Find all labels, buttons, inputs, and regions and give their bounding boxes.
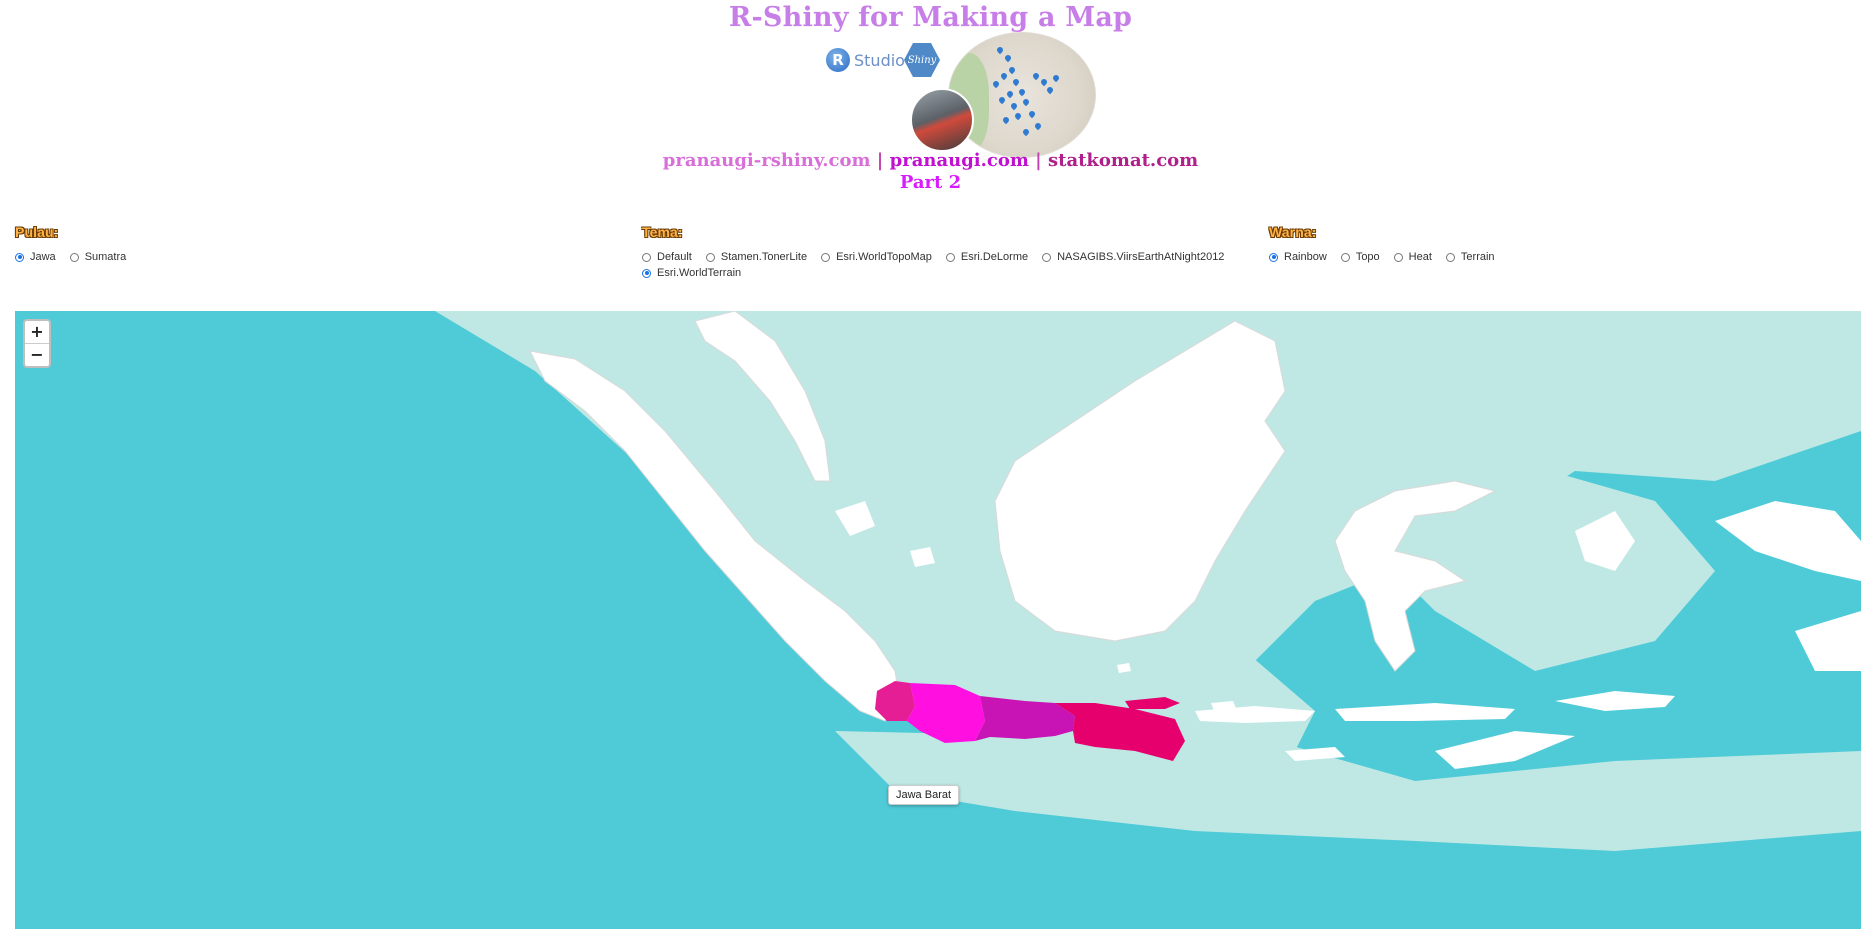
warna-option[interactable]: Terrain <box>1445 249 1495 265</box>
pulau-option-label: Jawa <box>30 251 56 263</box>
tema-option-label: Default <box>657 251 692 263</box>
header-logos: R Studio Shiny <box>820 28 1100 158</box>
link-separator: | <box>1028 150 1048 171</box>
tema-option[interactable]: Esri.WorldTopoMap <box>821 249 932 265</box>
link-separator: | <box>870 150 890 171</box>
pulau-option-label: Sumatra <box>84 251 127 263</box>
radio-icon[interactable] <box>69 252 79 262</box>
map-pin-icon <box>1021 127 1031 137</box>
warna-options: Rainbow Topo Heat Terrain <box>1269 249 1859 265</box>
island-bali[interactable] <box>1211 701 1237 713</box>
radio-icon[interactable] <box>642 268 651 278</box>
tema-radio-group: Tema: Default Stamen.TonerLite Esri.WorldT… <box>642 224 1242 281</box>
pulau-options: Jawa Sumatra <box>15 249 615 265</box>
zoom-control: + − <box>23 319 51 368</box>
radio-icon[interactable] <box>821 252 831 262</box>
warna-option-label: Rainbow <box>1284 251 1327 263</box>
radio-icon[interactable] <box>1269 252 1278 262</box>
r-logo-icon: R <box>826 48 850 72</box>
warna-radio-group: Warna: Rainbow Topo Heat Terrain <box>1269 224 1859 265</box>
tema-option[interactable]: NASAGIBS.ViirsEarthAtNight2012 <box>1042 249 1224 265</box>
radio-icon[interactable] <box>705 252 715 262</box>
tema-label: Tema: <box>642 224 683 240</box>
tema-options: Default Stamen.TonerLite Esri.WorldTopoMap… <box>642 249 1242 281</box>
tema-option-label: Esri.WorldTerrain <box>657 267 742 279</box>
warna-option[interactable]: Heat <box>1393 249 1432 265</box>
map-pin-icon <box>997 95 1007 105</box>
tema-option[interactable]: Stamen.TonerLite <box>705 249 808 265</box>
header-links: pranaugi-rshiny.com | pranaugi.com | sta… <box>0 150 1861 171</box>
map-pin-icon <box>1051 73 1061 83</box>
rstudio-logo: R Studio <box>826 48 905 72</box>
author-avatar <box>910 88 974 152</box>
pulau-radio-group: Pulau: Jawa Sumatra <box>15 224 615 265</box>
app-header: R-Shiny for Making a Map R Studio Shiny <box>0 0 1861 200</box>
zoom-in-button[interactable]: + <box>25 321 49 344</box>
map-pin-icon <box>1027 109 1037 119</box>
tema-option-label: Stamen.TonerLite <box>720 251 808 263</box>
map-pin-icon <box>1045 85 1055 95</box>
map-pin-icon <box>1007 65 1017 75</box>
map-pin-icon <box>1011 77 1021 87</box>
map-pin-icon <box>991 79 1001 89</box>
rstudio-logo-text: Studio <box>854 50 905 70</box>
pulau-option[interactable]: Jawa <box>15 249 56 265</box>
link-statkomat[interactable]: statkomat.com <box>1048 150 1198 171</box>
map-pin-icon <box>1021 97 1031 107</box>
warna-option-label: Topo <box>1355 251 1380 263</box>
radio-icon[interactable] <box>945 252 955 262</box>
map-pin-icon <box>1005 89 1015 99</box>
map-pin-icon <box>999 71 1009 81</box>
map-preview-image <box>948 32 1096 158</box>
warna-option[interactable]: Topo <box>1340 249 1380 265</box>
tema-option[interactable]: Esri.WorldTerrain <box>642 265 741 281</box>
radio-icon[interactable] <box>1445 252 1455 262</box>
map-canvas[interactable] <box>15 311 1861 929</box>
pulau-label: Pulau: <box>15 224 59 240</box>
leaflet-map[interactable]: + − Jawa Barat <box>15 311 1861 929</box>
map-pin-icon <box>1031 71 1041 81</box>
tema-option-label: Esri.DeLorme <box>960 251 1029 263</box>
pulau-option[interactable]: Sumatra <box>69 249 127 265</box>
tema-option[interactable]: Esri.DeLorme <box>945 249 1029 265</box>
radio-icon[interactable] <box>1340 252 1350 262</box>
map-pin-icon <box>1039 77 1049 87</box>
warna-option-label: Heat <box>1408 251 1432 263</box>
link-pranaugi-rshiny[interactable]: pranaugi-rshiny.com <box>663 150 871 171</box>
controls-row: Pulau: Jawa Sumatra Tema: Default Stamen.T… <box>0 224 1861 284</box>
map-pin-icon <box>1017 87 1027 97</box>
map-pin-icon <box>1009 101 1019 111</box>
warna-option-label: Terrain <box>1460 251 1495 263</box>
tema-option[interactable]: Default <box>642 249 692 265</box>
link-pranaugi[interactable]: pranaugi.com <box>890 150 1029 171</box>
warna-label: Warna: <box>1269 224 1317 240</box>
zoom-out-button[interactable]: − <box>25 344 49 366</box>
radio-icon[interactable] <box>642 252 651 262</box>
radio-icon[interactable] <box>1042 252 1052 262</box>
shiny-logo-icon: Shiny <box>904 43 940 77</box>
radio-icon[interactable] <box>15 252 24 262</box>
tema-option-label: Esri.WorldTopoMap <box>836 251 932 263</box>
map-pin-icon <box>1013 111 1023 121</box>
map-pin-icon <box>1001 115 1011 125</box>
map-tooltip: Jawa Barat <box>888 785 960 805</box>
map-pin-icon <box>1003 53 1013 63</box>
map-pin-icon <box>995 45 1005 55</box>
tema-option-label: NASAGIBS.ViirsEarthAtNight2012 <box>1057 251 1225 263</box>
radio-icon[interactable] <box>1393 252 1403 262</box>
warna-option[interactable]: Rainbow <box>1269 249 1327 265</box>
map-pin-icon <box>1033 121 1043 131</box>
part-subtitle: Part 2 <box>899 172 962 193</box>
